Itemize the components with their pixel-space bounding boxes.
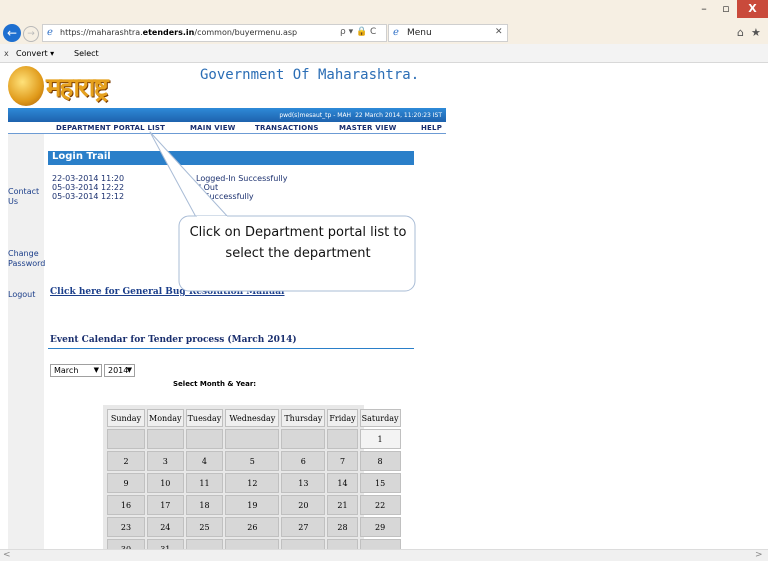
weekday-header: Saturday: [359, 409, 401, 427]
calendar-day-cell[interactable]: 26: [225, 517, 280, 537]
weekday-header: Tuesday: [185, 409, 224, 427]
calendar-empty-cell: [107, 429, 145, 449]
calendar-day-cell[interactable]: 9: [107, 473, 145, 493]
calendar-day-cell[interactable]: 15: [359, 473, 401, 493]
calendar-day-cell[interactable]: 19: [225, 495, 280, 515]
month-select[interactable]: March ▼: [50, 364, 102, 377]
calendar-week-row: 16 17 18 19 20 21 22: [107, 495, 401, 515]
calendar-day-cell[interactable]: 23: [107, 517, 145, 537]
calendar-day-cell[interactable]: 6: [281, 451, 326, 471]
weekday-header: Thursday: [281, 409, 326, 427]
calendar-week-row: 1: [107, 429, 401, 449]
event-calendar-divider: [48, 348, 414, 349]
calendar-day-cell[interactable]: 10: [147, 473, 184, 493]
calendar-day-cell[interactable]: 1: [359, 429, 401, 449]
select-month-year-label: Select Month & Year:: [173, 380, 257, 388]
calendar-day-cell[interactable]: 27: [281, 517, 326, 537]
calendar-day-cell[interactable]: 4: [185, 451, 224, 471]
calendar-day-cell[interactable]: 7: [327, 451, 358, 471]
weekday-header: Wednesday: [225, 409, 280, 427]
calendar-day-cell[interactable]: 3: [147, 451, 184, 471]
calendar-day-cell[interactable]: 14: [327, 473, 358, 493]
calendar-week-row: 9 10 11 12 13 14 15: [107, 473, 401, 493]
calendar-day-cell[interactable]: 13: [281, 473, 326, 493]
calendar-day-cell[interactable]: 21: [327, 495, 358, 515]
calendar-empty-cell: [185, 429, 224, 449]
weekday-header: Monday: [147, 409, 184, 427]
calendar-weekday-row: Sunday Monday Tuesday Wednesday Thursday…: [107, 409, 401, 427]
year-value: 2014: [108, 366, 129, 375]
calendar-day-cell[interactable]: 20: [281, 495, 326, 515]
calendar-empty-cell: [327, 429, 358, 449]
chevron-down-icon: ▼: [126, 366, 132, 374]
calendar-day-cell[interactable]: 12: [225, 473, 280, 493]
weekday-header: Friday: [327, 409, 358, 427]
calendar-day-cell[interactable]: 8: [359, 451, 401, 471]
calendar-day-cell[interactable]: 18: [185, 495, 224, 515]
calendar-day-cell[interactable]: 17: [147, 495, 184, 515]
event-calendar-title: Event Calendar for Tender process (March…: [50, 335, 297, 345]
calendar-day-cell[interactable]: 25: [185, 517, 224, 537]
calendar-day-cell[interactable]: 22: [359, 495, 401, 515]
event-calendar-table: Sunday Monday Tuesday Wednesday Thursday…: [105, 407, 403, 561]
calendar-day-cell[interactable]: 11: [185, 473, 224, 493]
chevron-down-icon: ▼: [93, 366, 99, 374]
calendar-empty-cell: [225, 429, 280, 449]
calendar-week-row: 23 24 25 26 27 28 29: [107, 517, 401, 537]
calendar-day-cell[interactable]: 24: [147, 517, 184, 537]
calendar-day-cell[interactable]: 5: [225, 451, 280, 471]
scroll-left-icon[interactable]: <: [3, 550, 11, 560]
calendar-empty-cell: [281, 429, 326, 449]
month-value: March: [54, 366, 79, 375]
weekday-header: Sunday: [107, 409, 145, 427]
calendar-day-cell[interactable]: 29: [359, 517, 401, 537]
year-select[interactable]: 2014 ▼: [104, 364, 135, 377]
calendar-week-row: 2345678: [107, 451, 401, 471]
calendar-day-cell[interactable]: 16: [107, 495, 145, 515]
calendar-day-cell[interactable]: 2: [107, 451, 145, 471]
callout-text: Click on Department portal list to selec…: [189, 225, 407, 261]
horizontal-scrollbar[interactable]: < >: [0, 549, 768, 561]
calendar-empty-cell: [147, 429, 184, 449]
calendar-day-cell[interactable]: 28: [327, 517, 358, 537]
scroll-right-icon[interactable]: >: [755, 550, 763, 560]
